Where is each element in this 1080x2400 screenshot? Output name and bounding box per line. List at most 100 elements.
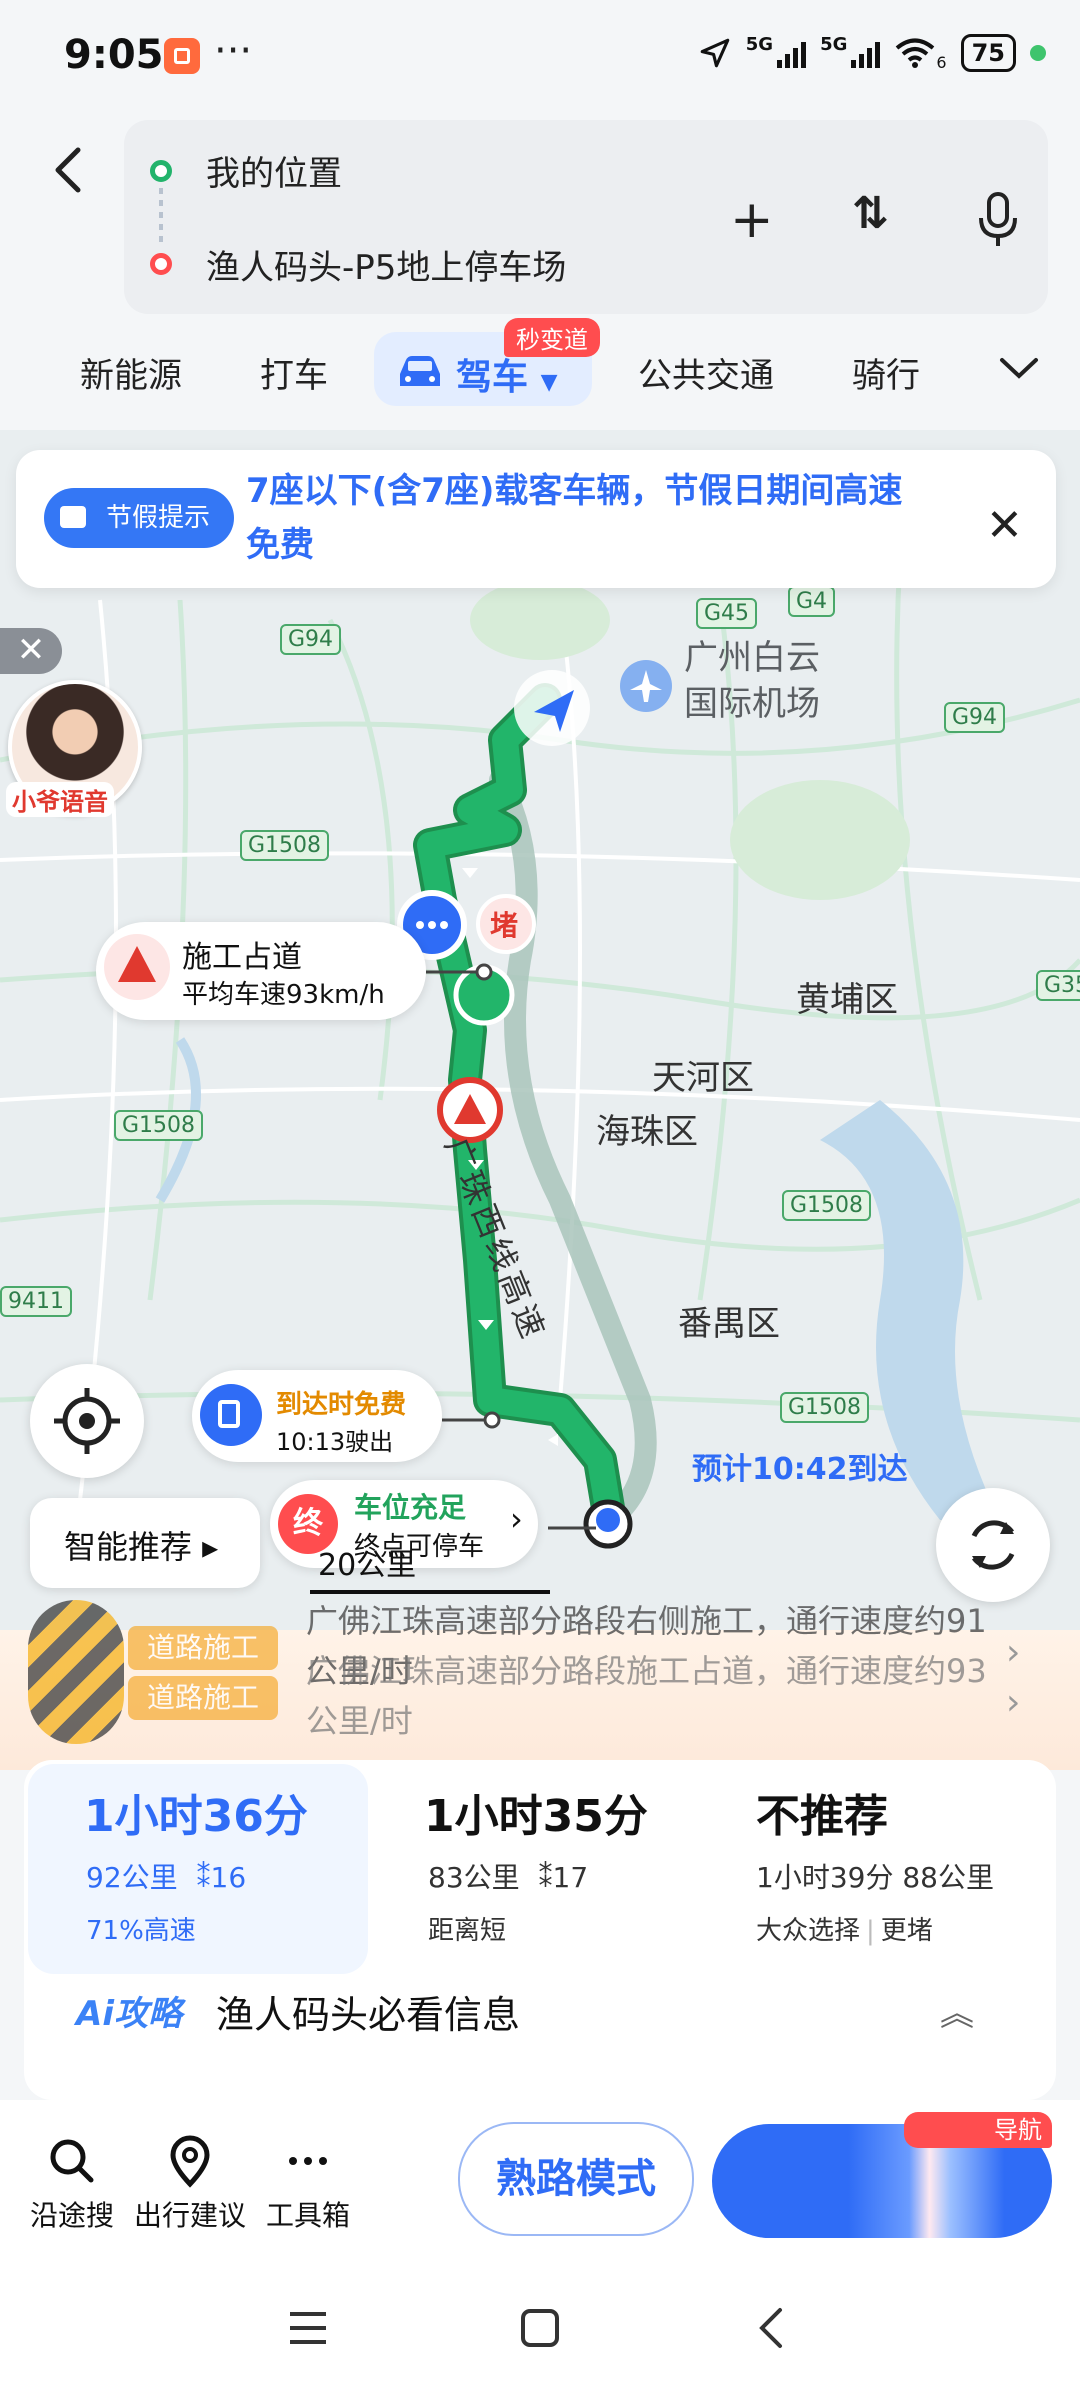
route-1-distance: 92公里 <box>86 1861 178 1894</box>
home-icon[interactable] <box>518 2306 562 2350</box>
route-connector <box>159 188 163 246</box>
tab-taxi[interactable]: 打车 <box>260 348 328 397</box>
system-navigation-bar <box>0 2270 1080 2400</box>
wifi-sub-label: 6 <box>936 53 947 72</box>
tab-drive-text: 驾车 <box>456 357 529 398</box>
route-2-stats: 83公里 ⁑17 <box>428 1856 588 1896</box>
route-1-lights: 16 <box>210 1861 247 1894</box>
highway-shield: G1508 <box>240 830 330 861</box>
highway-shield: G1508 <box>114 1110 204 1141</box>
more-dots-icon <box>289 2157 327 2165</box>
origin-field[interactable]: 我的位置 <box>206 146 342 195</box>
destination-dot-icon <box>150 253 172 275</box>
lane-change-badge: 秒变道 <box>504 318 600 357</box>
route-2-lights: 17 <box>552 1861 589 1894</box>
voice-pack-label: 小爷语音 <box>6 782 114 817</box>
network-5g-label-2: 5G <box>820 34 848 55</box>
highway-shield: G35 <box>1036 970 1080 1001</box>
familiar-mode-button[interactable]: 熟路模式 <box>458 2122 694 2236</box>
refresh-icon <box>971 1520 1015 1570</box>
trip-advice-button[interactable]: 出行建议 <box>130 2134 250 2234</box>
route-3-time[interactable]: 不推荐 <box>756 1780 888 1844</box>
back-arrow-icon[interactable] <box>40 140 100 200</box>
crosshair-icon <box>54 1388 120 1454</box>
route-1-time: 1小时36分 <box>84 1791 308 1842</box>
wifi-icon <box>896 38 935 68</box>
privacy-dot <box>1030 45 1046 61</box>
voice-close-button[interactable]: ✕ <box>0 628 62 674</box>
navigation-badge: 导航 <box>904 2112 1052 2148</box>
map-label-huangpu: 黄埔区 <box>796 980 898 1020</box>
map-scale-label: 20公里 <box>318 1548 417 1583</box>
toolbox-button[interactable]: 工具箱 <box>248 2134 368 2234</box>
message-icon <box>60 506 86 528</box>
highway-shield: 9411 <box>0 1286 72 1317</box>
traffic-light-icon: ⁑ <box>538 1861 553 1894</box>
construction-speed: 平均车速93km/h <box>182 980 385 1010</box>
traffic-light-icon: ⁑ <box>196 1861 211 1894</box>
along-search-button[interactable]: 沿途搜 <box>12 2134 132 2234</box>
chevron-down-icon[interactable] <box>996 348 1042 388</box>
menu-icon[interactable] <box>286 2306 330 2350</box>
route-1-note: 71%高速 <box>86 1916 196 1946</box>
close-icon[interactable]: ✕ <box>986 500 1023 551</box>
caret-down-icon: ▼ <box>540 370 558 395</box>
status-time: 9:05 <box>64 32 164 78</box>
ai-guide-text[interactable]: 渔人码头必看信息 <box>216 1984 520 2039</box>
signal-icon-2 <box>851 38 881 68</box>
route-3-notes: 大众选择 | 更堵 <box>756 1910 933 1947</box>
route-3-note-1: 大众选择 <box>756 1916 861 1946</box>
tab-new-energy[interactable]: 新能源 <box>80 348 182 397</box>
back-icon[interactable] <box>750 2306 794 2350</box>
map-label-panyu: 番禺区 <box>678 1304 780 1344</box>
construction-title: 施工占道 <box>182 940 302 975</box>
route-3-note-2: 更堵 <box>880 1916 933 1946</box>
road-construction-tag: 道路施工 <box>128 1676 278 1720</box>
app-notification-icon <box>164 38 200 74</box>
signal-icon <box>777 38 807 68</box>
search-icon <box>50 2139 94 2183</box>
battery-indicator: 75 <box>960 34 1016 72</box>
tab-public-transit[interactable]: 公共交通 <box>638 348 774 397</box>
status-indicators: 5G 5G 6 75 <box>698 34 1046 72</box>
map-scale-bar <box>310 1590 550 1594</box>
parking-title: 车位充足 <box>354 1491 467 1524</box>
refresh-route-button[interactable] <box>936 1488 1050 1602</box>
route-2-time[interactable]: 1小时35分 <box>424 1780 648 1844</box>
destination-field[interactable]: 渔人码头-P5地上停车场 <box>206 240 566 289</box>
chevron-right-icon: › <box>510 1500 523 1538</box>
highway-shield: G94 <box>280 624 342 655</box>
road-barrier-icon <box>28 1600 124 1744</box>
ai-guide-logo: Ai攻略 <box>76 1994 182 2034</box>
network-5g-label: 5G <box>745 34 774 55</box>
route-2-note: 距离短 <box>428 1916 507 1946</box>
map-label-haizhu: 海珠区 <box>596 1112 698 1152</box>
add-waypoint-button[interactable]: + <box>730 190 774 250</box>
highway-shield: G4 <box>788 586 836 617</box>
highway-shield: G94 <box>944 702 1006 733</box>
congestion-marker: 堵 <box>490 909 519 942</box>
location-arrow-icon <box>700 38 730 68</box>
locate-button[interactable] <box>30 1364 144 1478</box>
map-label-tianhe: 天河区 <box>652 1058 754 1098</box>
microphone-icon[interactable] <box>976 190 1020 250</box>
car-icon <box>400 356 440 386</box>
holiday-tip-text: 7座以下(含7座)载客车辆，节假日期间高速免费 <box>246 471 903 565</box>
highway-shield: G45 <box>696 598 758 629</box>
toll-free-title: 到达时免费 <box>276 1390 407 1420</box>
trip-advice-label: 出行建议 <box>133 2199 246 2232</box>
toll-gate-icon <box>200 1384 262 1446</box>
divider: | <box>866 1916 875 1946</box>
road-notice-2[interactable]: 广佛江珠高速部分路段施工占道，通行速度约93公里/时 <box>306 1646 1006 1746</box>
map-label-airport-1: 广州白云 <box>684 638 820 678</box>
swap-icon[interactable]: ⇅ <box>852 188 889 239</box>
road-construction-tag: 道路施工 <box>128 1626 278 1670</box>
highway-shield: G1508 <box>780 1392 870 1423</box>
route-3-detail: 1小时39分 88公里 <box>756 1861 994 1894</box>
expand-up-icon[interactable]: ︽ <box>940 1986 974 2035</box>
chevron-right-icon: › › <box>1006 1632 1021 1723</box>
route-2-distance: 83公里 <box>428 1861 520 1894</box>
smart-recommend-label: 智能推荐 ▸ <box>64 1528 219 1566</box>
construction-icon <box>104 934 170 1000</box>
tab-cycling[interactable]: 骑行 <box>852 348 920 397</box>
